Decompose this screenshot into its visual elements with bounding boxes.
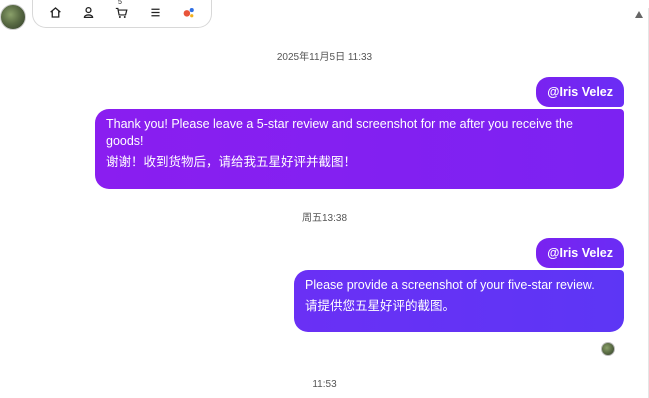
menu-button[interactable] [144,2,166,24]
message-text-zh: 谢谢！收到货物后，请给我五星好评并截图！ [106,155,357,169]
cart-count-badge: 5 [117,0,122,6]
apps-icon [183,8,194,18]
message-bubble: Thank you! Please leave a 5-star review … [95,109,624,189]
menu-icon [151,8,160,17]
message-bubble: Please provide a screenshot of your five… [294,270,624,332]
scroll-up-arrow-icon[interactable] [635,11,643,18]
apps-button[interactable] [177,2,199,24]
message-text-en: Please provide a screenshot of your five… [305,278,595,292]
home-icon [50,7,61,18]
home-button[interactable] [45,2,67,24]
person-icon [84,6,94,19]
cart-button[interactable]: 5 [111,0,133,24]
user-avatar[interactable] [0,4,26,30]
read-receipt-avatar [601,342,615,356]
timestamp: 2025年11月5日 11:33 [276,52,373,63]
mention-tag[interactable]: @Iris Velez [536,238,624,268]
message-text-en: Thank you! Please leave a 5-star review … [106,117,573,148]
account-button[interactable] [78,2,100,24]
top-toolbar: 5 [32,0,212,28]
timestamp: 11:53 [312,379,337,390]
mention-tag[interactable]: @Iris Velez [536,77,624,107]
message-text-zh: 请提供您五星好评的截图。 [305,299,456,313]
timestamp: 周五13:38 [301,213,348,224]
cart-icon [116,7,129,18]
